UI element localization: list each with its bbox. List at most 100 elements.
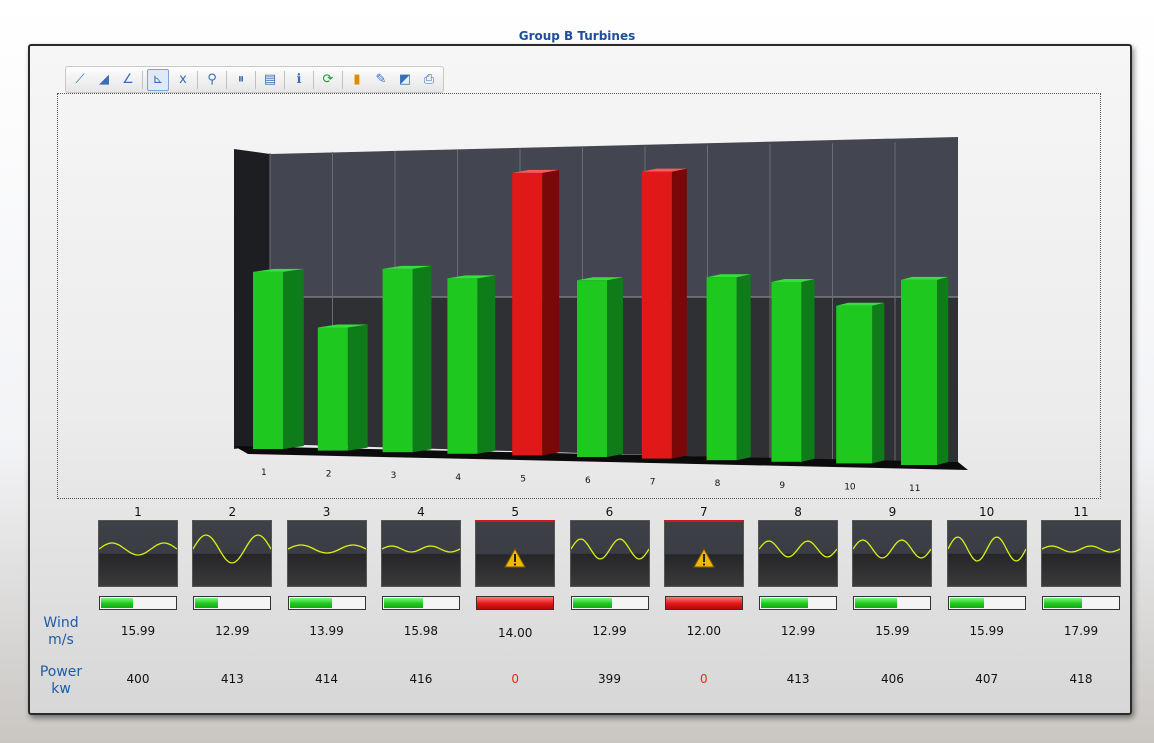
wind-trend-curve (1042, 545, 1120, 553)
edit-button[interactable]: ✎ (371, 70, 391, 90)
x-tick-label: 1 (261, 468, 267, 478)
wind-speed-value: 12.99 (215, 624, 250, 638)
turbine-trend-thumbnail[interactable] (475, 520, 556, 587)
bar-side (671, 168, 687, 459)
power-label-line1: Power (39, 664, 83, 680)
power-value: 407 (975, 672, 999, 686)
power-label: Power kw (36, 664, 86, 698)
zoom-icon: ⚲ (207, 72, 217, 87)
power-value: 0 (511, 672, 519, 686)
power-value: 414 (315, 672, 339, 686)
pause-button[interactable]: ⏸ (231, 70, 251, 90)
power-value: 413 (220, 672, 244, 686)
turbine-trend-thumbnail[interactable] (192, 520, 273, 587)
power-value: 400 (126, 672, 150, 686)
print-icon: ⎙ (423, 72, 435, 87)
bar (706, 277, 737, 461)
wind-speed-value: 12.00 (686, 624, 721, 638)
turbine-trend-thumbnail[interactable] (286, 520, 367, 587)
bar-side (937, 276, 949, 465)
power-level-bar (99, 596, 177, 610)
bar-side (872, 302, 885, 464)
turbine-number: 3 (322, 505, 331, 519)
refresh-button[interactable]: ⟳ (318, 70, 338, 90)
power-level-bar (947, 596, 1026, 610)
x-tick-label: 11 (909, 484, 920, 494)
x-tick-label: 9 (779, 481, 785, 491)
wind-label-line2: m/s (48, 632, 74, 648)
power-value: 418 (1069, 672, 1093, 686)
power-level-fill (1044, 598, 1082, 608)
turbine-trend-thumbnail[interactable] (946, 520, 1027, 587)
power-level-bar (570, 596, 649, 610)
power-level-bar (193, 596, 272, 610)
turbine-trend-thumbnail[interactable] (1041, 520, 1121, 587)
area-button[interactable]: ◢ (94, 70, 114, 90)
line-button[interactable]: ∠ (118, 70, 138, 90)
wind-trend-curve (99, 542, 177, 556)
wind-speed-value: 17.99 (1063, 624, 1099, 638)
toolbar-separator (313, 70, 314, 89)
chart-plot-area: 1 2 3 4 5 6 7 8 9 10 11 (57, 93, 1101, 499)
wind-speed-value: 15.99 (120, 624, 156, 638)
power-level-fill (855, 598, 898, 608)
chart-button[interactable]: ◩ (395, 70, 415, 90)
toolbar-separator (197, 70, 198, 89)
bar-side (283, 268, 304, 449)
power-value: 0 (699, 672, 708, 686)
wind-trend-curve (193, 534, 272, 564)
turbine-trend-thumbnail[interactable] (852, 520, 933, 587)
wind-trend-curve (853, 539, 932, 559)
turbine-number: 6 (605, 505, 614, 519)
wind-speed-value: 12.99 (592, 624, 627, 638)
turbine-number: 9 (888, 505, 897, 519)
power-value: 406 (880, 672, 904, 686)
axes-button[interactable]: ⊾ (147, 68, 169, 91)
bar (253, 271, 283, 449)
grid-button[interactable]: ▤ (260, 70, 280, 90)
turbine-number: 4 (417, 505, 425, 519)
power-level-bar (759, 596, 838, 610)
turbine-trend-thumbnail[interactable] (569, 520, 650, 587)
line-icon: ∠ (122, 72, 134, 87)
edit-icon: ✎ (375, 72, 387, 87)
wind-trend-curve (947, 536, 1026, 562)
wind-label: Wind m/s (36, 615, 86, 649)
bar-side (412, 265, 432, 453)
wind-speed-value: 15.99 (969, 624, 1004, 638)
x-tick-label: 2 (326, 470, 332, 480)
refresh-icon: ⟳ (322, 72, 334, 87)
xy-icon: ⅹ (179, 72, 187, 87)
series-button[interactable]: ⟋ (70, 70, 90, 90)
turbine-trend-thumbnail[interactable] (98, 520, 178, 587)
x-tick-label: 4 (455, 473, 461, 483)
power-level-fill (949, 598, 984, 608)
bar (382, 268, 413, 453)
wind-trend-curve (287, 544, 366, 554)
chart-toolbar: ⟋ ◢ ∠ ⊾ ⅹ ⚲ ⏸ ▤ ℹ ⟳ ▮ ✎ ◩ ⎙ (65, 66, 444, 93)
warning-icon (504, 548, 527, 568)
power-level-bar (664, 596, 743, 610)
turbine-bar-chart: 1 2 3 4 5 6 7 8 9 10 11 (234, 137, 968, 494)
bar (771, 282, 802, 462)
power-level-fill (289, 598, 333, 608)
info-icon: ℹ (296, 72, 302, 87)
bar-side (347, 324, 368, 451)
bar-side (542, 169, 560, 456)
pause-icon: ⏸ (237, 72, 245, 87)
info-button[interactable]: ℹ (289, 70, 309, 90)
toolbar-separator (226, 70, 227, 89)
xy-button[interactable]: ⅹ (173, 70, 193, 90)
power-level-bar (476, 596, 555, 610)
turbine-trend-thumbnail[interactable] (663, 520, 744, 587)
turbine-number: 2 (228, 505, 237, 519)
power-level-bar (853, 596, 932, 610)
export-button[interactable]: ▮ (347, 70, 367, 90)
turbine-trend-thumbnail[interactable] (758, 520, 839, 587)
x-tick-label: 6 (585, 476, 591, 486)
bar (901, 279, 937, 465)
turbine-trend-thumbnail[interactable] (380, 520, 461, 587)
print-button[interactable]: ⎙ (419, 70, 439, 90)
power-level-bar (287, 596, 366, 610)
zoom-button[interactable]: ⚲ (202, 70, 222, 90)
